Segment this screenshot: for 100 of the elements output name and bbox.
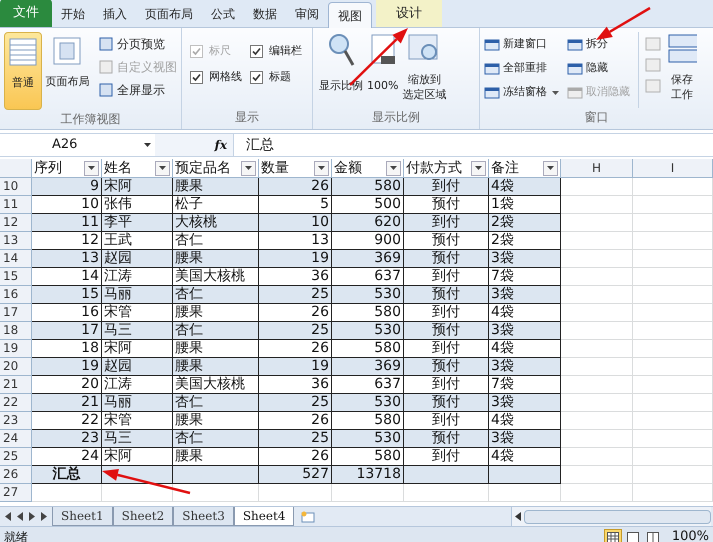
window-option[interactable]: 隐藏 xyxy=(567,58,630,79)
table-cell: 预付 xyxy=(404,394,489,412)
grid-cell xyxy=(561,250,633,268)
name-box[interactable]: A26 xyxy=(0,134,155,156)
table-cell: 19 xyxy=(32,358,102,376)
row-header[interactable]: 12 xyxy=(0,214,32,232)
row-header[interactable]: 14 xyxy=(0,250,32,268)
sheet-tab[interactable]: Sheet3 xyxy=(173,507,234,526)
row-header[interactable]: 22 xyxy=(0,394,32,412)
table-cell: 宋阿 xyxy=(102,178,173,196)
filter-button[interactable] xyxy=(84,160,99,176)
table-cell: 26 xyxy=(259,448,332,466)
sheet-tab[interactable]: Sheet2 xyxy=(112,507,174,526)
table-cell: 530 xyxy=(332,322,404,340)
zoom-button[interactable]: 缩放到 选定区域 xyxy=(400,32,448,108)
zoom-button[interactable]: 100% xyxy=(365,32,400,108)
view-option[interactable]: 全屏显示 xyxy=(99,80,177,100)
row-header[interactable]: 19 xyxy=(0,340,32,358)
table-cell: 900 xyxy=(332,232,404,250)
normal-view-button[interactable] xyxy=(604,528,622,542)
ribbon-tab[interactable]: 公式 xyxy=(202,1,244,27)
filter-button[interactable] xyxy=(314,160,329,176)
filter-button[interactable] xyxy=(386,160,401,176)
table-cell: 杏仁 xyxy=(173,322,259,340)
table-cell: 36 xyxy=(259,268,332,286)
row-header[interactable]: 20 xyxy=(0,358,32,376)
window-option[interactable]: 新建窗口 xyxy=(484,34,559,55)
table-cell: 赵园 xyxy=(102,250,173,268)
file-tab[interactable]: 文件 xyxy=(0,0,52,27)
group-title: 窗口 xyxy=(584,109,608,126)
table-cell: 3袋 xyxy=(489,250,561,268)
save-workspace-button[interactable]: 保存 工作 xyxy=(667,32,697,108)
row-header[interactable]: 26 xyxy=(0,466,32,484)
table-cell: 19 xyxy=(259,250,332,268)
grid-cell xyxy=(102,484,173,502)
check-icon xyxy=(252,46,261,56)
view-icon xyxy=(606,532,619,542)
horizontal-scrollbar[interactable] xyxy=(511,507,711,526)
row-header[interactable]: 21 xyxy=(0,376,32,394)
zoom-level[interactable]: 100% xyxy=(672,527,709,542)
row-header[interactable]: 15 xyxy=(0,268,32,286)
caret-icon xyxy=(318,166,325,170)
filter-button[interactable] xyxy=(241,160,256,176)
window-arrange-icon xyxy=(645,78,661,94)
filter-button[interactable] xyxy=(471,160,486,176)
checkbox[interactable] xyxy=(250,44,263,58)
table-cell: 21 xyxy=(32,394,102,412)
table-cell: 3袋 xyxy=(489,286,561,304)
table-cell: 到付 xyxy=(404,304,489,322)
grid-cell xyxy=(332,484,404,502)
checkbox[interactable] xyxy=(190,70,203,84)
view-option[interactable]: 分页预览 xyxy=(99,34,177,54)
ribbon-tab[interactable]: 审阅 xyxy=(286,1,328,27)
checkbox[interactable] xyxy=(250,70,263,84)
table-cell: 马丽 xyxy=(102,286,173,304)
sheet-tab[interactable]: Sheet4 xyxy=(234,507,294,526)
window-option[interactable]: 全部重排 xyxy=(484,58,559,79)
grid-cell xyxy=(561,394,633,412)
row-header[interactable]: 23 xyxy=(0,412,32,430)
row-header[interactable]: 10 xyxy=(0,178,32,196)
ribbon-tab[interactable]: 开始 xyxy=(52,1,94,27)
table-cell: 到付 xyxy=(404,340,489,358)
row-header[interactable]: 25 xyxy=(0,448,32,466)
table-cell: 4袋 xyxy=(489,448,561,466)
ribbon-tab[interactable]: 设计 xyxy=(376,0,442,27)
table-cell: 张伟 xyxy=(102,196,173,214)
ribbon-tab[interactable]: 插入 xyxy=(94,1,136,27)
column-header[interactable]: I xyxy=(633,159,713,177)
ribbon-tab[interactable]: 页面布局 xyxy=(136,1,202,27)
row-header[interactable]: 24 xyxy=(0,430,32,448)
grid-cell xyxy=(561,268,633,286)
group-title: 工作簿视图 xyxy=(60,111,120,128)
filter-button[interactable] xyxy=(155,160,170,176)
header-label: 预定品名 xyxy=(175,161,231,175)
table-cell: 25 xyxy=(259,286,332,304)
table-cell: 13 xyxy=(259,232,332,250)
formula-field[interactable]: 汇总 xyxy=(233,134,713,156)
filter-button[interactable] xyxy=(543,160,558,176)
table-cell: 3袋 xyxy=(489,394,561,412)
row-header[interactable]: 27 xyxy=(0,484,32,502)
row-header[interactable]: 11 xyxy=(0,196,32,214)
row-header[interactable]: 18 xyxy=(0,322,32,340)
view-button[interactable]: 普通 xyxy=(4,32,42,110)
insert-function-button[interactable]: fx xyxy=(214,136,227,154)
table-cell: 4袋 xyxy=(489,412,561,430)
table-cell: 松子 xyxy=(173,196,259,214)
column-header[interactable]: H xyxy=(561,159,633,177)
row-header[interactable]: 13 xyxy=(0,232,32,250)
row-header[interactable]: 16 xyxy=(0,286,32,304)
row-header[interactable]: 17 xyxy=(0,304,32,322)
view-button[interactable]: 页面布局 xyxy=(42,32,93,110)
window-arrange-icon xyxy=(645,57,661,73)
ribbon-tab[interactable]: 数据 xyxy=(244,1,286,27)
ribbon-tab[interactable]: 视图 xyxy=(328,2,372,28)
table-cell: 369 xyxy=(332,358,404,376)
table-cell: 24 xyxy=(32,448,102,466)
zoom-button[interactable]: 显示比例 xyxy=(317,32,365,108)
sheet-tab[interactable]: Sheet1 xyxy=(52,507,113,526)
table-cell: 527 xyxy=(259,466,332,484)
window-option[interactable]: 冻结窗格 xyxy=(484,82,559,103)
